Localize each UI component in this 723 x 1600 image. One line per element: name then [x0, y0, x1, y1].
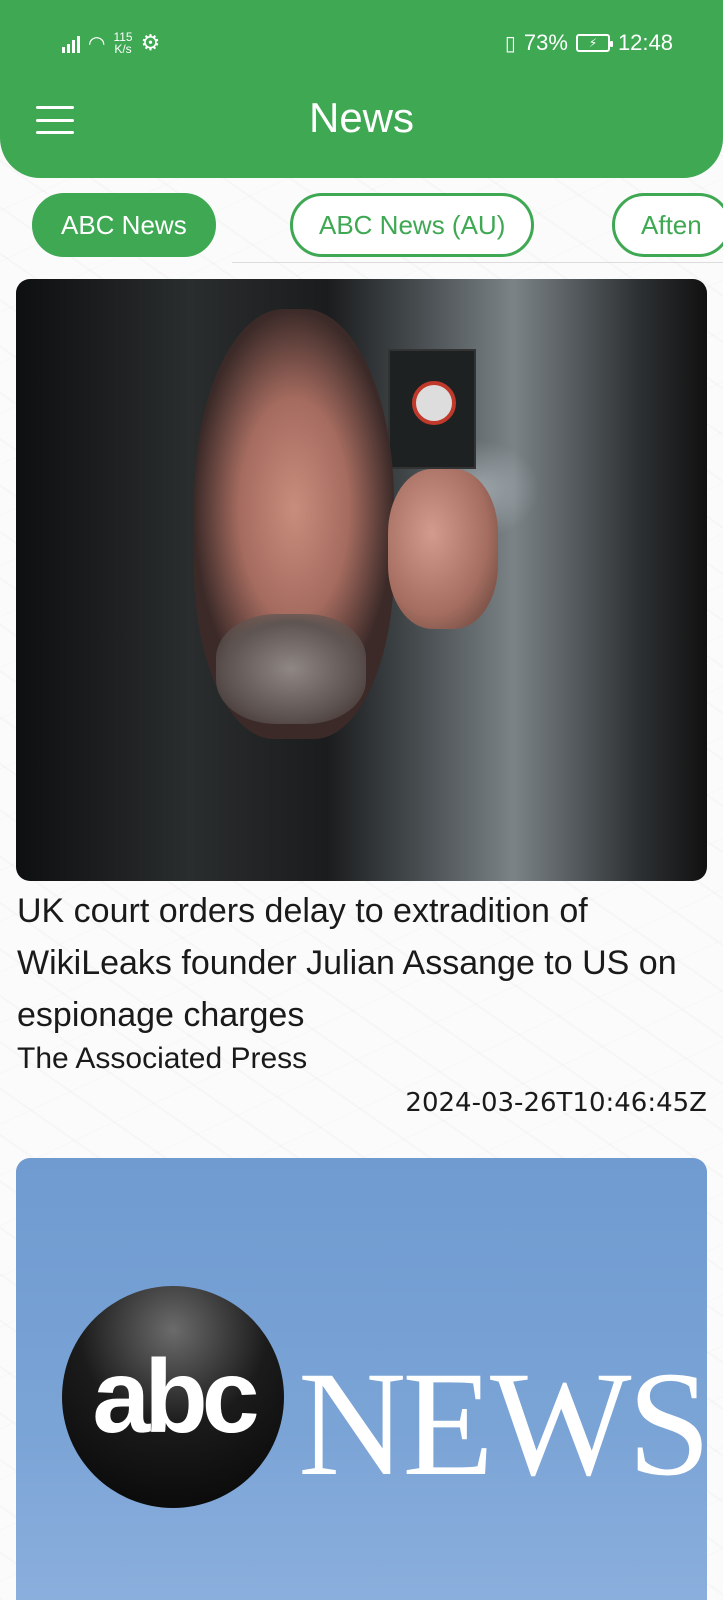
network-speed-unit: K/s [114, 42, 132, 56]
wifi-icon: ◠ [88, 32, 106, 55]
tab-label: ABC News (AU) [319, 209, 506, 240]
abc-logo: abc [62, 1286, 284, 1508]
tab-aften[interactable]: Aften [612, 193, 723, 257]
no-smoking-sign [388, 349, 476, 469]
source-tabs: ABC News ABC News (AU) Aften [0, 193, 723, 259]
tab-abc-news[interactable]: ABC News [32, 193, 216, 257]
tab-label: ABC News [61, 209, 187, 240]
page-title: News [308, 94, 415, 141]
article-headline[interactable]: UK court orders delay to extradition of … [17, 885, 707, 1041]
app-bar: ◠ 115 K/s ⚙ ▯ 73% ⚡ 12:48 News [0, 0, 723, 178]
tab-label: Aften [641, 209, 702, 240]
settings-gear-icon: ⚙ [140, 30, 161, 55]
article-source: The Associated Press [17, 1042, 308, 1075]
article-image[interactable]: abc NEWS [16, 1158, 707, 1600]
battery-percent: 73% [523, 30, 568, 55]
article-date: 2024-03-26T10:46:45Z [405, 1088, 707, 1118]
abc-logo-text: abc [92, 1338, 259, 1455]
tab-abc-news-au[interactable]: ABC News (AU) [290, 193, 535, 257]
network-speed: 115 K/s [113, 31, 132, 55]
signal-icon [62, 33, 80, 53]
tab-divider [232, 262, 723, 263]
battery-icon: ⚡ [575, 34, 613, 52]
article-image[interactable] [16, 279, 707, 881]
status-bar: ◠ 115 K/s ⚙ ▯ 73% ⚡ 12:48 [0, 26, 723, 62]
photo-fist [388, 469, 498, 629]
clock: 12:48 [617, 30, 673, 55]
vibrate-icon: ▯ [504, 32, 516, 55]
news-logo-text: NEWS [298, 1341, 707, 1507]
photo-beard [216, 614, 366, 724]
